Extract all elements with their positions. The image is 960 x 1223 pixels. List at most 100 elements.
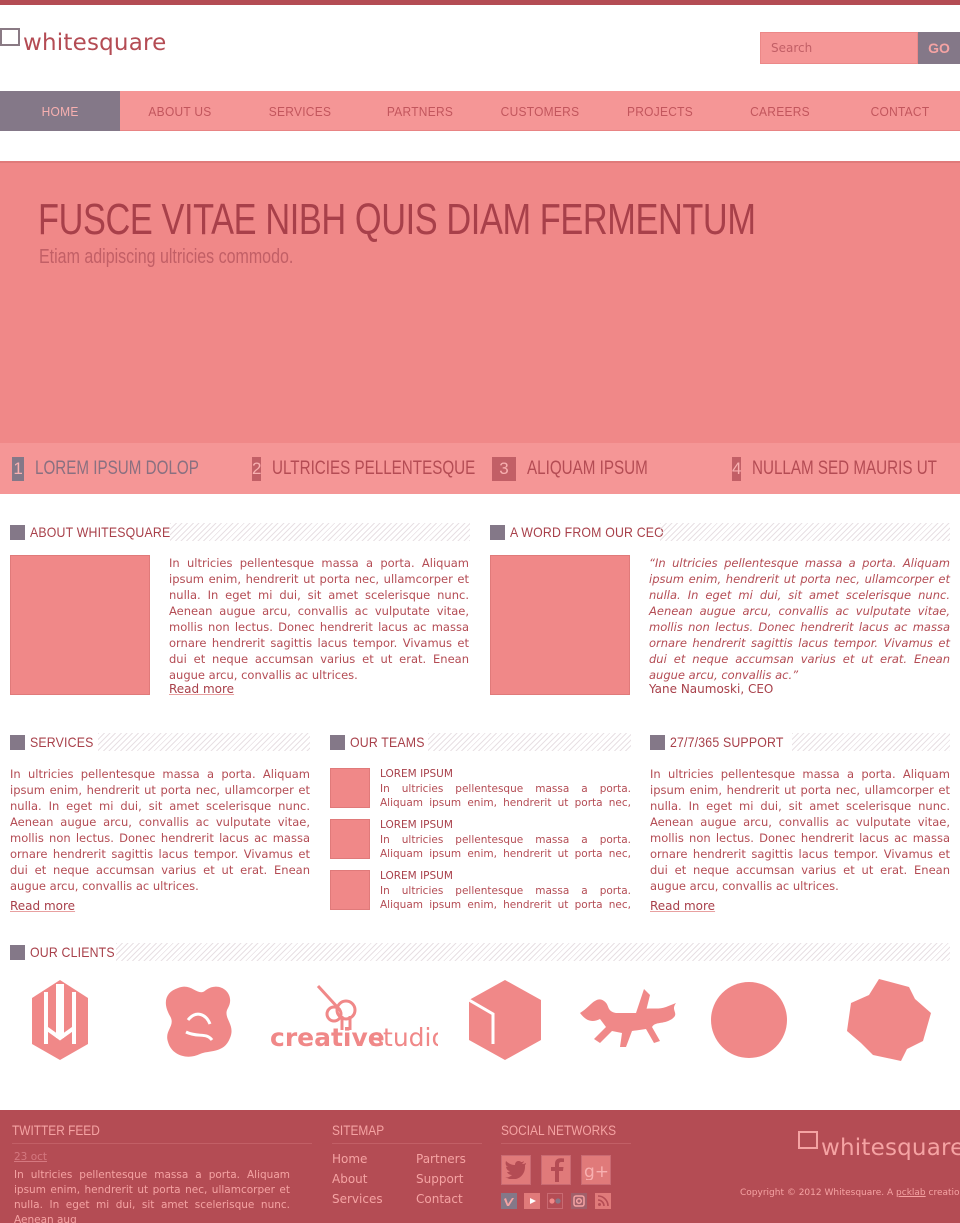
- slide-label: LOREM IPSUM DOLOP: [35, 457, 200, 479]
- tweet-date[interactable]: 23 oct: [14, 1151, 47, 1163]
- slider-tabs: 1 LOREM IPSUM DOLOP 2 ULTRICIES PELLENTE…: [0, 443, 960, 494]
- footer-twitter-title: TWITTER FEED: [12, 1123, 100, 1138]
- about-text: In ultricies pellentesque massa a porta.…: [169, 556, 469, 682]
- slide-label: ALIQUAM IPSUM: [527, 457, 648, 479]
- team-text: In ultricies pellentesque massa a porta.…: [380, 783, 631, 809]
- footer-social-title: SOCIAL NETWORKS: [501, 1123, 617, 1138]
- hero-subtitle: Etiam adipiscing ultricies commodo.: [39, 246, 294, 268]
- footer-sitemap-title: SITEMAP: [332, 1123, 385, 1138]
- section-title: OUR CLIENTS: [30, 944, 115, 960]
- client-horse-logo[interactable]: [575, 975, 685, 1065]
- client-creative-text: creative: [270, 1023, 385, 1052]
- footer-logo-text: whitesquare: [821, 1135, 960, 1161]
- team-item[interactable]: LOREM IPSUM In ultricies pellentesque ma…: [330, 819, 631, 861]
- nav-item-services[interactable]: SERVICES: [245, 91, 355, 131]
- heading-hatch: [660, 523, 950, 541]
- sitemap-link-home[interactable]: Home: [332, 1152, 367, 1166]
- team-name: LOREM IPSUM: [380, 768, 453, 780]
- sitemap-link-partners[interactable]: Partners: [416, 1152, 466, 1166]
- client-knot-logo[interactable]: [150, 975, 245, 1065]
- heading-hatch: [170, 523, 470, 541]
- nav-item-home[interactable]: HOME: [0, 91, 120, 131]
- clients-heading: OUR CLIENTS: [10, 943, 950, 961]
- rss-icon[interactable]: [595, 1193, 611, 1209]
- team-item[interactable]: LOREM IPSUM In ultricies pellentesque ma…: [330, 768, 631, 810]
- nav-item-projects[interactable]: PROJECTS: [605, 91, 715, 131]
- about-read-more-link[interactable]: Read more: [169, 682, 234, 696]
- google-plus-icon[interactable]: g+: [581, 1155, 611, 1185]
- slide-tab-4[interactable]: 4 NULLAM SED MAURIS UT: [720, 443, 960, 494]
- nav-item-customers[interactable]: CUSTOMERS: [485, 91, 595, 131]
- main-nav: HOME ABOUT US SERVICES PARTNERS CUSTOMER…: [0, 91, 960, 131]
- slide-label: NULLAM SED MAURIS UT: [752, 457, 938, 479]
- client-circle-logo[interactable]: [705, 975, 793, 1065]
- support-read-more-link[interactable]: Read more: [650, 899, 715, 913]
- team-thumbnail: [330, 819, 370, 859]
- team-item[interactable]: LOREM IPSUM In ultricies pellentesque ma…: [330, 870, 631, 912]
- logo[interactable]: whitesquare: [0, 28, 167, 56]
- logo-square-icon: [0, 28, 20, 46]
- section-title: ABOUT WHITESQUARE: [30, 524, 171, 540]
- sitemap-link-about[interactable]: About: [332, 1172, 367, 1186]
- ceo-quote: “In ultricies pellentesque massa a porta…: [649, 556, 950, 682]
- section-title: OUR TEAMS: [350, 734, 425, 750]
- search-go-button[interactable]: GO: [918, 32, 960, 64]
- sitemap-link-services[interactable]: Services: [332, 1192, 383, 1206]
- heading-square-icon: [330, 734, 345, 750]
- sitemap-link-support[interactable]: Support: [416, 1172, 463, 1186]
- pcklab-link[interactable]: pcklab: [896, 1188, 926, 1198]
- ceo-image: [490, 555, 630, 695]
- slide-number: 2: [252, 456, 262, 481]
- sitemap-link-contact[interactable]: Contact: [416, 1192, 463, 1206]
- logo-square-icon: [798, 1131, 818, 1149]
- copyright-text: Copyright © 2012 Whitesquare. A pcklab c…: [740, 1188, 960, 1198]
- nav-item-contact[interactable]: CONTACT: [845, 91, 955, 131]
- footer-divider: [332, 1143, 482, 1144]
- nav-item-partners[interactable]: PARTNERS: [365, 91, 475, 131]
- footer-divider: [501, 1143, 631, 1144]
- team-text: In ultricies pellentesque massa a porta.…: [380, 834, 631, 860]
- slide-label: ULTRICIES PELLENTESQUE: [272, 457, 476, 479]
- team-name: LOREM IPSUM: [380, 870, 453, 882]
- footer-logo[interactable]: whitesquare: [798, 1131, 960, 1161]
- footer-divider: [12, 1143, 312, 1144]
- section-title: A WORD FROM OUR CEO: [510, 524, 664, 540]
- vimeo-icon[interactable]: [501, 1193, 517, 1209]
- search-input[interactable]: [760, 32, 918, 64]
- slide-number: 1: [12, 456, 25, 481]
- section-title: 27/7/365 SUPPORT: [670, 734, 784, 750]
- slide-tab-1[interactable]: 1 LOREM IPSUM DOLOP: [0, 443, 240, 494]
- client-shield-logo[interactable]: [20, 975, 100, 1065]
- team-thumbnail: [330, 768, 370, 808]
- slide-tab-3[interactable]: 3 ALIQUAM IPSUM: [480, 443, 720, 494]
- heading-square-icon: [10, 734, 25, 750]
- logo-text: whitesquare: [23, 30, 167, 56]
- copyright-prefix: Copyright © 2012 Whitesquare. A: [740, 1188, 897, 1198]
- slide-tab-2[interactable]: 2 ULTRICIES PELLENTESQUE: [240, 443, 480, 494]
- twitter-icon[interactable]: [501, 1155, 531, 1185]
- client-octagon-logo[interactable]: [838, 975, 938, 1065]
- services-read-more-link[interactable]: Read more: [10, 899, 75, 913]
- copyright-suffix: creation: [928, 1188, 960, 1198]
- heading-hatch: [98, 733, 310, 751]
- youtube-icon[interactable]: [524, 1193, 540, 1209]
- team-name: LOREM IPSUM: [380, 819, 453, 831]
- hero-title: FUSCE VITAE NIBH QUIS DIAM FERMENTUM: [38, 195, 756, 244]
- top-accent-bar: [0, 0, 960, 5]
- instagram-icon[interactable]: [571, 1193, 587, 1209]
- about-image: [10, 555, 150, 695]
- slide-number: 3: [492, 456, 516, 481]
- nav-item-careers[interactable]: CAREERS: [725, 91, 835, 131]
- about-heading: ABOUT WHITESQUARE: [10, 523, 470, 541]
- client-hexagon-logo[interactable]: [462, 975, 547, 1065]
- team-thumbnail: [330, 870, 370, 910]
- support-heading: 27/7/365 SUPPORT: [650, 733, 950, 751]
- ceo-signature: Yane Naumoski, CEO: [649, 682, 774, 696]
- heading-square-icon: [650, 734, 665, 750]
- facebook-icon[interactable]: [541, 1155, 571, 1185]
- nav-item-about-us[interactable]: ABOUT US: [125, 91, 235, 131]
- services-text: In ultricies pellentesque massa a porta.…: [10, 767, 310, 893]
- support-text: In ultricies pellentesque massa a porta.…: [650, 767, 950, 893]
- client-creativestudio-logo[interactable]: creative studio: [265, 975, 440, 1065]
- flickr-icon[interactable]: [547, 1193, 563, 1209]
